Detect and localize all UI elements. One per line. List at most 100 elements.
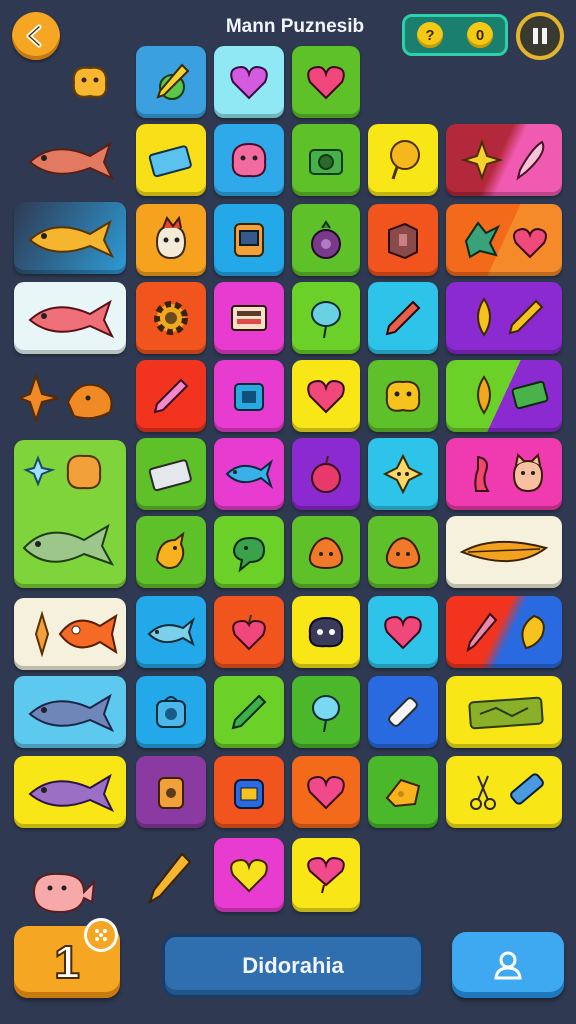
tile-jar[interactable]: [136, 756, 206, 828]
star-blob-icon: [382, 453, 424, 495]
seahorse-cat-icon: [474, 452, 544, 493]
tile-heart[interactable]: [214, 46, 284, 118]
tile-heart[interactable]: [292, 360, 360, 432]
heart-icon: [307, 65, 345, 100]
tile-scissors-battery[interactable]: [446, 756, 562, 828]
pause-button[interactable]: [516, 12, 564, 60]
tile-drop-battery[interactable]: [446, 360, 562, 432]
pause-icon: [533, 28, 547, 44]
tile-backpack[interactable]: [214, 756, 284, 828]
star-bird-icon[interactable]: [17, 372, 122, 429]
blob-icon: [385, 380, 421, 412]
blob-icon[interactable]: [68, 62, 112, 107]
cheese-icon: [385, 778, 421, 808]
tile-battery[interactable]: [136, 124, 206, 196]
tile-heart[interactable]: [214, 838, 284, 912]
tile-lizard[interactable]: [214, 516, 284, 588]
fish-tile[interactable]: [14, 202, 126, 274]
plum-icon: [311, 455, 341, 493]
bird-icon: [155, 531, 185, 569]
tile-blob-monster[interactable]: [214, 124, 284, 196]
tile-heart[interactable]: [292, 838, 360, 912]
fish-group-tile[interactable]: [14, 440, 126, 588]
tile-cat-face[interactable]: [136, 204, 206, 276]
back-button[interactable]: [12, 12, 60, 60]
panel-icon: [231, 305, 267, 331]
tile-leaf-heart[interactable]: [446, 204, 562, 276]
tile-whale[interactable]: [136, 596, 206, 668]
leaf-icon: [459, 540, 549, 562]
tile-bulb[interactable]: [368, 124, 438, 196]
level-number: 1: [53, 935, 81, 989]
fish-icon: [28, 693, 115, 733]
tile-bird[interactable]: [136, 516, 206, 588]
arrow-left-icon: [26, 24, 42, 48]
fish-tile[interactable]: [14, 756, 126, 828]
cat-face-icon: [155, 216, 187, 260]
tile-brush-leaf[interactable]: [446, 596, 562, 668]
fish-tile[interactable]: [14, 282, 126, 354]
tile-jar[interactable]: [214, 204, 284, 276]
tile-camera[interactable]: [136, 676, 206, 748]
tile-camera[interactable]: [292, 124, 360, 196]
tile-eggplant[interactable]: [292, 204, 360, 276]
leaf-heart-icon: [464, 221, 547, 259]
crate-icon: [388, 222, 418, 260]
tile-ghost[interactable]: [292, 596, 360, 668]
tile-heart[interactable]: [292, 756, 360, 828]
coin-counter: ? 0: [402, 14, 508, 56]
bandage-icon: [388, 697, 418, 727]
pencil-icon: [385, 300, 421, 336]
user-icon: [494, 951, 522, 980]
brush-leaf-icon: [466, 612, 545, 653]
tile-leaf[interactable]: [446, 516, 562, 588]
pencil-icon[interactable]: [146, 850, 194, 911]
heart-icon: [230, 858, 268, 893]
tile-gear[interactable]: [136, 282, 206, 354]
pig-icon[interactable]: [26, 866, 96, 923]
tile-pencil[interactable]: [368, 282, 438, 354]
blob-icon: [385, 536, 421, 570]
blob-monster-icon: [231, 142, 267, 178]
tile-star-feather[interactable]: [446, 124, 562, 196]
tile-balloon[interactable]: [292, 282, 360, 354]
tile-plum[interactable]: [292, 438, 360, 510]
tile-camera[interactable]: [214, 360, 284, 432]
tile-cheese[interactable]: [368, 756, 438, 828]
tile-fish[interactable]: [214, 438, 284, 510]
tile-heart[interactable]: [292, 46, 360, 118]
tile-bandage[interactable]: [368, 676, 438, 748]
fish-icon: [225, 459, 274, 489]
fish-tile[interactable]: [14, 598, 126, 670]
tile-leaf-card[interactable]: [446, 676, 562, 748]
pencil-icon: [231, 694, 267, 730]
tile-carrot[interactable]: [136, 46, 206, 118]
star-feather-icon: [460, 139, 545, 181]
tile-drop-pencil[interactable]: [446, 282, 562, 354]
carrot-icon: [156, 63, 190, 100]
tile-balloon[interactable]: [292, 676, 360, 748]
main-action-button[interactable]: Didorahia: [162, 934, 424, 998]
heart-icon: [384, 615, 422, 650]
tile-panel[interactable]: [214, 282, 284, 354]
tile-blob[interactable]: [368, 516, 438, 588]
pencil-fish-icon: [34, 610, 118, 658]
tile-heart[interactable]: [368, 596, 438, 668]
tile-pencil[interactable]: [136, 360, 206, 432]
battery-icon: [148, 459, 192, 492]
fish-tile[interactable]: [14, 676, 126, 748]
tile-star-blob[interactable]: [368, 438, 438, 510]
tile-seahorse-cat[interactable]: [446, 438, 562, 510]
tile-pencil[interactable]: [214, 676, 284, 748]
tile-blob[interactable]: [368, 360, 438, 432]
apple-icon: [232, 614, 266, 651]
dice-icon[interactable]: [84, 918, 118, 952]
profile-button[interactable]: [452, 932, 564, 998]
heart-icon: [307, 775, 345, 810]
tile-battery[interactable]: [136, 438, 206, 510]
tile-blob[interactable]: [292, 516, 360, 588]
star-blob-fish-icon: [22, 454, 115, 566]
tile-crate[interactable]: [368, 204, 438, 276]
tile-apple[interactable]: [214, 596, 284, 668]
fish-icon[interactable]: [24, 136, 116, 189]
